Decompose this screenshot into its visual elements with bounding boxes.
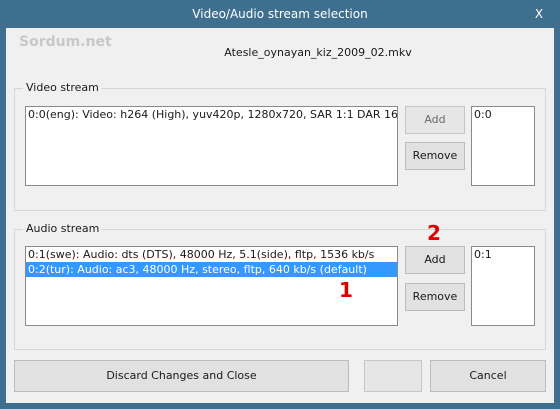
file-name-label: Atesle_oynayan_kiz_2009_02.mkv	[224, 46, 412, 59]
audio-add-button[interactable]: Add	[405, 246, 465, 274]
discard-changes-button[interactable]: Discard Changes and Close	[14, 360, 349, 392]
dialog-client-area: Sordum.net Atesle_oynayan_kiz_2009_02.mk…	[6, 28, 554, 403]
video-remove-button[interactable]: Remove	[405, 142, 465, 170]
annotation-marker-1: 1	[339, 278, 353, 302]
blank-button[interactable]	[364, 360, 422, 392]
audio-remove-button[interactable]: Remove	[405, 283, 465, 311]
audio-selected-list[interactable]: 0:1	[471, 246, 535, 326]
video-stream-group: Video stream 0:0(eng): Video: h264 (High…	[14, 81, 546, 211]
dialog-window: Video/Audio stream selection X Sordum.ne…	[0, 0, 560, 409]
video-stream-item[interactable]: 0:0(eng): Video: h264 (High), yuv420p, 1…	[26, 107, 397, 122]
audio-selected-item[interactable]: 0:1	[472, 247, 534, 262]
title-bar[interactable]: Video/Audio stream selection X	[6, 0, 554, 28]
video-stream-group-label: Video stream	[23, 81, 102, 94]
audio-stream-group: Audio stream 0:1(swe): Audio: dts (DTS),…	[14, 222, 546, 350]
close-button[interactable]: X	[524, 0, 554, 28]
video-selected-list[interactable]: 0:0	[471, 106, 535, 186]
video-stream-list[interactable]: 0:0(eng): Video: h264 (High), yuv420p, 1…	[25, 106, 398, 186]
audio-stream-item-selected[interactable]: 0:2(tur): Audio: ac3, 48000 Hz, stereo, …	[26, 262, 397, 277]
cancel-button[interactable]: Cancel	[430, 360, 546, 392]
video-add-button[interactable]: Add	[405, 106, 465, 134]
annotation-marker-2: 2	[427, 221, 441, 245]
window-title: Video/Audio stream selection	[192, 7, 368, 21]
audio-stream-item[interactable]: 0:1(swe): Audio: dts (DTS), 48000 Hz, 5.…	[26, 247, 397, 262]
audio-stream-group-label: Audio stream	[23, 222, 103, 235]
video-selected-item[interactable]: 0:0	[472, 107, 534, 122]
